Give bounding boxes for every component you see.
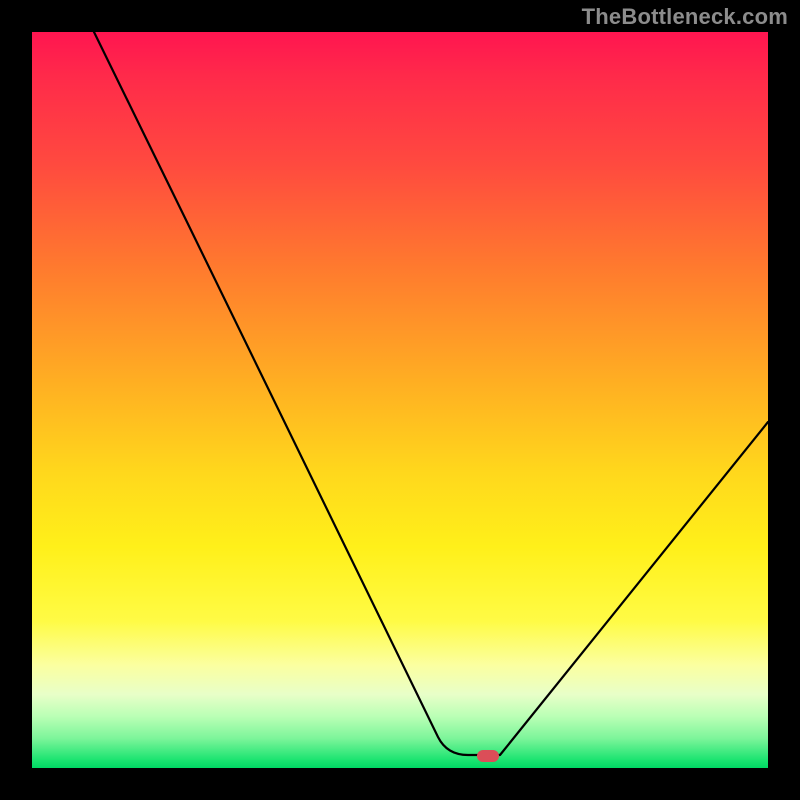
plot-area — [32, 32, 768, 768]
bottleneck-curve — [32, 32, 768, 768]
optimum-marker — [477, 750, 499, 762]
watermark-text: TheBottleneck.com — [582, 4, 788, 30]
curve-path — [94, 32, 768, 755]
chart-frame: TheBottleneck.com — [0, 0, 800, 800]
